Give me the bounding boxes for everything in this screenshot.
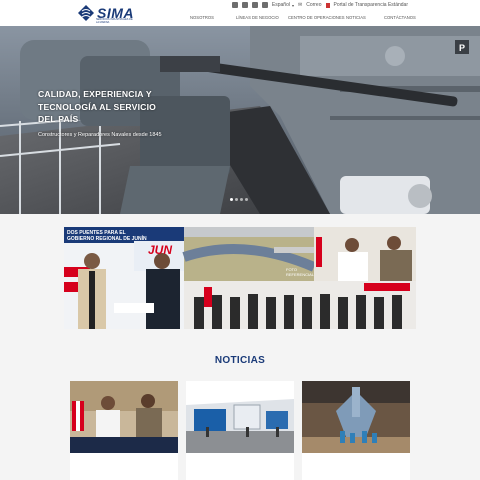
transparency-link[interactable]: Portal de Transparencia Estándar [334,2,409,8]
slider-dot[interactable] [240,198,243,201]
news-card[interactable] [302,381,410,480]
chevron-down-icon: ▾ [291,2,294,8]
language-select[interactable]: Español ▾ [272,2,294,8]
nav-contactanos[interactable]: CONTÁCTANOS [384,15,424,20]
hero-title-line: DEL PAÍS [38,114,79,124]
news-card[interactable] [186,381,294,480]
site-header: SIMA SERVICIOS INDUSTRIALES DE LA MARINA… [0,0,480,27]
news-card-image [186,381,294,453]
banner-headline: DOS PUENTES PARA EL GOBIERNO REGIONAL DE… [67,230,147,242]
hero-caption: CALIDAD, EXPERIENCIA Y TECNOLOGÍA AL SER… [38,88,162,138]
slider-dot[interactable] [230,198,233,201]
hero-title-line: TECNOLOGÍA AL SERVICIO [38,101,157,112]
news-section-title: NOTICIAS [214,355,266,366]
news-card-image [302,381,410,453]
twitter-icon[interactable] [241,2,248,8]
facebook-icon[interactable] [231,2,238,8]
banner-junin-logo: JUN [148,243,173,257]
sima-logo-icon [78,5,94,21]
linkedin-icon[interactable] [261,2,268,8]
slider-dot[interactable] [245,198,248,201]
nav-noticias[interactable]: NOTICIAS [346,15,384,20]
featured-news-banner[interactable]: DOS PUENTES PARA EL GOBIERNO REGIONAL DE… [64,227,416,329]
banner-photo-note: FOTO REFERENCIAL [286,267,315,277]
transparency-icon[interactable] [325,2,330,8]
banner-image [64,227,416,329]
slider-dot[interactable] [235,198,238,201]
youtube-icon[interactable] [251,2,258,8]
news-card[interactable] [70,381,178,480]
mail-icon[interactable]: ✉ [298,2,302,8]
svg-text:P: P [459,43,465,53]
logo-subtitle: SERVICIOS INDUSTRIALES DE LA MARINA [96,18,133,24]
top-utility-bar: Español ▾ ✉ Correo Portal de Transparenc… [231,2,409,8]
slider-dots [230,198,248,201]
mail-link[interactable]: Correo [306,2,321,8]
language-label: Español [271,2,290,8]
hero-subtitle: Constructores y Reparadores Navales desd… [38,131,162,138]
nav-nosotros[interactable]: NOSOTROS [190,15,236,20]
banner-headline-line: GOBIERNO REGIONAL DE JUNÍN [67,236,147,242]
nav-lineas[interactable]: LÍNEAS DE NEGOCIO [236,15,288,20]
nav-centro[interactable]: CENTRO DE OPERACIONES [288,15,346,20]
hero-title: CALIDAD, EXPERIENCIA Y TECNOLOGÍA AL SER… [38,88,162,126]
news-card-image [70,381,178,453]
hero-slider[interactable]: P CALIDAD, EXPERIENCIA Y TECNOLOGÍA AL S… [0,26,480,214]
hero-title-line: CALIDAD, EXPERIENCIA Y [38,89,152,99]
main-nav: NOSOTROS LÍNEAS DE NEGOCIO CENTRO DE OPE… [190,15,424,20]
